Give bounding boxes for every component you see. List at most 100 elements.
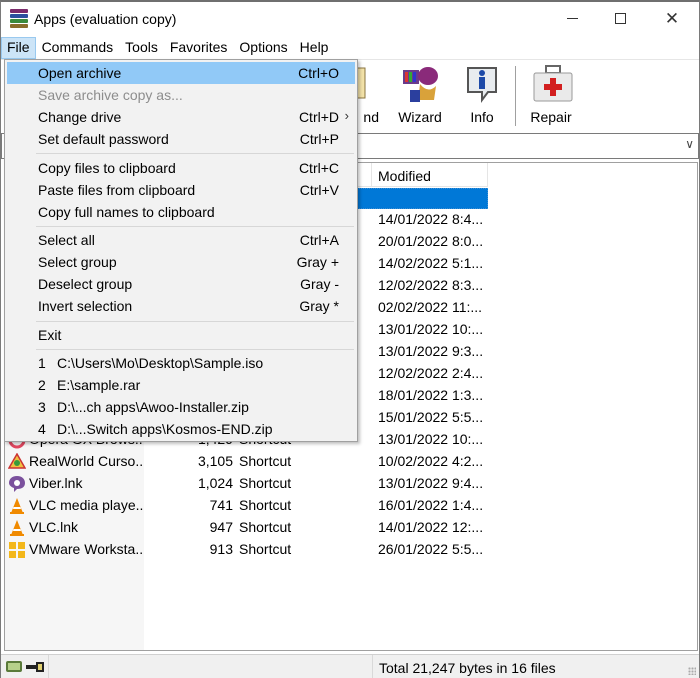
menu-item-label: Save archive copy as... <box>38 87 183 103</box>
menu-help[interactable]: Help <box>294 37 335 59</box>
menu-item-shortcut: Gray - <box>300 276 339 292</box>
menu-select-all[interactable]: Select all Ctrl+A <box>7 229 355 251</box>
status-icons <box>1 655 49 678</box>
drive-icon[interactable] <box>6 661 22 672</box>
menu-item-label: Set default password <box>38 131 169 147</box>
info-button[interactable]: Info <box>452 64 512 128</box>
table-row[interactable]: RealWorld Curso... 3,105 Shortcut 10/02/… <box>5 451 488 473</box>
menu-paste-files-from-clipboard[interactable]: Paste files from clipboard Ctrl+V <box>7 179 355 201</box>
menu-options[interactable]: Options <box>233 37 293 59</box>
minimize-button[interactable] <box>549 2 595 34</box>
row-size: 913 <box>209 541 233 557</box>
menu-bar: File Commands Tools Favorites Options He… <box>1 37 699 59</box>
row-type: Shortcut <box>239 541 292 557</box>
repair-button[interactable]: Repair <box>521 64 581 128</box>
row-modified: 13/01/2022 10:... <box>378 431 484 447</box>
password-key-icon[interactable] <box>26 662 44 672</box>
menu-tools[interactable]: Tools <box>119 37 164 59</box>
row-modified: 16/01/2022 1:4... <box>378 497 484 513</box>
row-modified: 13/01/2022 9:3... <box>378 343 484 359</box>
menu-separator <box>36 226 354 227</box>
menu-item-label: Change drive <box>38 109 122 125</box>
recent-number: 3 <box>38 399 46 415</box>
menu-deselect-group[interactable]: Deselect group Gray - <box>7 273 355 295</box>
menu-item-shortcut: Ctrl+D <box>298 109 339 125</box>
menu-set-default-password[interactable]: Set default password Ctrl+P <box>7 128 355 150</box>
menu-recent-3[interactable]: 3 D:\...ch apps\Awoo-Installer.zip <box>7 396 355 418</box>
file-menu-dropdown: Open archive Ctrl+O Save archive copy as… <box>4 59 358 442</box>
minimize-icon <box>566 17 578 19</box>
menu-invert-selection[interactable]: Invert selection Gray * <box>7 295 355 317</box>
menu-separator <box>36 153 354 154</box>
close-icon: ✕ <box>664 8 680 28</box>
menu-open-archive[interactable]: Open archive Ctrl+O <box>7 62 355 84</box>
toolbar-separator <box>515 66 516 126</box>
table-row[interactable]: VLC media playe... 741 Shortcut 16/01/20… <box>5 495 488 517</box>
status-total: Total 21,247 bytes in 16 files <box>379 660 556 676</box>
close-button[interactable]: ✕ <box>649 2 695 34</box>
row-type: Shortcut <box>239 519 292 535</box>
row-type: Shortcut <box>239 497 292 513</box>
row-modified: 14/02/2022 5:1... <box>378 255 484 271</box>
repair-label: Repair <box>530 109 572 125</box>
row-size: 3,105 <box>197 453 233 469</box>
menu-favorites[interactable]: Favorites <box>164 37 234 59</box>
row-modified: 18/01/2022 1:3... <box>378 387 484 403</box>
row-modified: 13/01/2022 10:... <box>378 321 484 337</box>
row-modified: 15/01/2022 5:5... <box>378 409 484 425</box>
menu-item-shortcut: Ctrl+C <box>298 160 339 176</box>
menu-separator <box>36 321 354 322</box>
menu-change-drive[interactable]: Change drive Ctrl+D › <box>7 106 355 128</box>
recent-number: 1 <box>38 355 46 371</box>
menu-recent-1[interactable]: 1 C:\Users\Mo\Desktop\Sample.iso <box>7 352 355 374</box>
row-name: RealWorld Curso... <box>29 453 143 469</box>
menu-separator <box>36 349 354 350</box>
menu-commands[interactable]: Commands <box>36 37 120 59</box>
recent-path: C:\Users\Mo\Desktop\Sample.iso <box>57 355 264 371</box>
table-row[interactable]: VLC.lnk 947 Shortcut 14/01/2022 12:... <box>5 517 488 539</box>
recent-number: 2 <box>38 377 46 393</box>
menu-recent-2[interactable]: 2 E:\sample.rar <box>7 374 355 396</box>
repair-icon <box>531 64 573 104</box>
info-label: Info <box>470 109 494 125</box>
menu-copy-full-names[interactable]: Copy full names to clipboard <box>7 201 355 223</box>
vlc-icon <box>8 519 26 537</box>
menu-recent-4[interactable]: 4 D:\...Switch apps\Kosmos-END.zip <box>7 418 355 440</box>
row-type: Shortcut <box>239 475 292 491</box>
info-icon <box>462 64 502 104</box>
winrar-window: Apps (evaluation copy) ✕ File Commands T… <box>0 0 700 678</box>
menu-save-archive-copy: Save archive copy as... <box>7 84 355 106</box>
menu-exit[interactable]: Exit <box>7 324 355 346</box>
recent-number: 4 <box>38 421 46 437</box>
row-modified: 13/01/2022 9:4... <box>378 475 484 491</box>
table-row[interactable]: VMware Worksta... 913 Shortcut 26/01/202… <box>5 539 488 561</box>
recent-path: D:\...ch apps\Awoo-Installer.zip <box>57 399 249 415</box>
row-size: 1,024 <box>197 475 233 491</box>
status-bar: Total 21,247 bytes in 16 files <box>1 654 699 678</box>
menu-item-shortcut: Gray + <box>296 254 339 270</box>
menu-item-label: Open archive <box>38 65 122 81</box>
table-row[interactable]: Viber.lnk 1,024 Shortcut 13/01/2022 9:4.… <box>5 473 488 495</box>
menu-item-label: Select group <box>38 254 117 270</box>
chevron-down-icon[interactable]: ∨ <box>685 137 694 151</box>
menu-item-label: Paste files from clipboard <box>38 182 196 198</box>
menu-item-shortcut: Ctrl+P <box>299 131 339 147</box>
row-name: VLC.lnk <box>29 519 79 535</box>
viber-icon <box>8 475 26 493</box>
wizard-icon <box>400 64 440 104</box>
row-modified: 12/02/2022 8:3... <box>378 277 484 293</box>
window-title: Apps (evaluation copy) <box>34 11 177 27</box>
column-header-modified[interactable]: Modified <box>372 163 488 187</box>
menu-copy-files-to-clipboard[interactable]: Copy files to clipboard Ctrl+C <box>7 157 355 179</box>
menu-item-shortcut: Gray * <box>299 298 339 314</box>
row-name: Viber.lnk <box>29 475 83 491</box>
resize-grip[interactable] <box>688 667 696 675</box>
menu-item-shortcut: Ctrl+O <box>298 65 339 81</box>
menu-select-group[interactable]: Select group Gray + <box>7 251 355 273</box>
menu-file[interactable]: File <box>1 37 36 59</box>
maximize-button[interactable] <box>597 2 643 34</box>
wizard-button[interactable]: Wizard <box>390 64 450 128</box>
menu-item-label: Invert selection <box>38 298 133 314</box>
submenu-arrow-icon: › <box>344 108 349 123</box>
wizard-label: Wizard <box>398 109 442 125</box>
